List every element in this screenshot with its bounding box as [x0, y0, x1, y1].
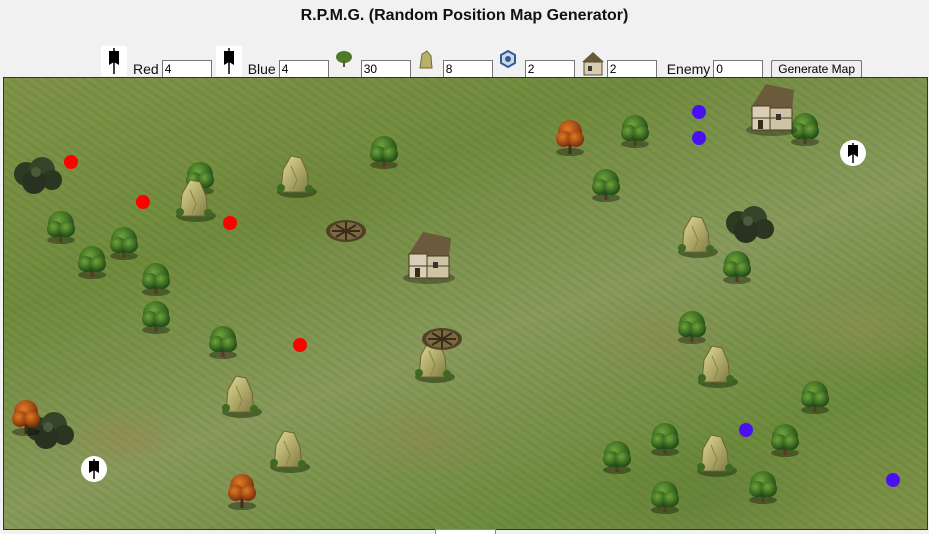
blue-label: Blue — [247, 61, 276, 77]
map-options-toolbar: Red Blue Enemy Generate Map — [101, 44, 863, 78]
red-position-marker — [293, 338, 307, 352]
houses-count-input[interactable] — [606, 60, 657, 78]
blue-position-marker — [886, 473, 900, 487]
blue-position-marker — [739, 423, 753, 437]
ruins-count-input[interactable] — [524, 60, 575, 78]
red-position-marker — [223, 216, 237, 230]
generate-map-button[interactable]: Generate Map — [771, 60, 863, 78]
blue-banner-icon — [215, 46, 242, 76]
generated-map — [3, 77, 928, 530]
red-position-marker — [136, 195, 150, 209]
blue-spawn-banner-icon — [840, 140, 866, 166]
red-spawn-banner-icon — [81, 456, 107, 482]
trees-count-input[interactable] — [360, 60, 411, 78]
tree-icon — [333, 48, 361, 76]
bottom-control-edge — [435, 529, 496, 534]
red-label: Red — [133, 61, 159, 77]
red-banner-icon — [101, 46, 127, 76]
enemy-label: Enemy — [666, 61, 711, 77]
ring-icon — [497, 48, 525, 76]
blue-count-input[interactable] — [278, 60, 329, 78]
page-title: R.P.M.G. (Random Position Map Generator) — [300, 7, 629, 24]
blue-position-marker — [692, 131, 706, 145]
map-terrain-objects — [12, 83, 829, 514]
blue-position-marker — [692, 105, 706, 119]
rock-icon — [415, 48, 443, 76]
rocks-count-input[interactable] — [442, 60, 493, 78]
enemy-count-input[interactable] — [713, 60, 764, 78]
red-position-marker — [64, 155, 78, 169]
red-count-input[interactable] — [161, 60, 212, 78]
house-icon — [579, 48, 607, 76]
